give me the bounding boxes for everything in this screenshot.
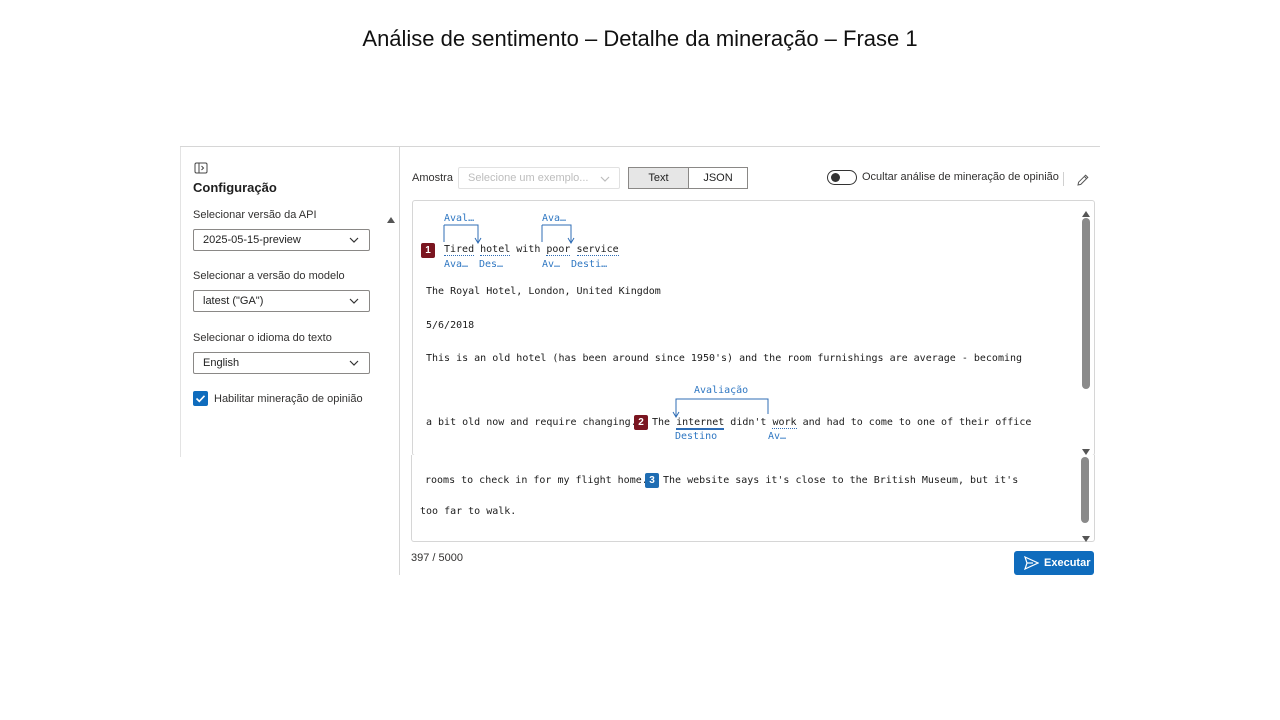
assessment-tag[interactable]: Avaliação [694, 385, 748, 396]
model-version-select[interactable]: latest ("GA") [193, 290, 370, 312]
scroll-down-arrow-icon[interactable] [1081, 530, 1091, 548]
sentence2-word: The [652, 417, 671, 428]
opinion-mining-label[interactable]: Habilitar mineração de opinião [214, 393, 363, 405]
toolbar-divider [1063, 172, 1064, 186]
sample-label: Amostra [412, 172, 453, 184]
input-line1-pre: rooms to check in for my flight home. [425, 475, 648, 486]
run-button-label: Executar [1044, 557, 1091, 569]
sentence-badge-negative[interactable]: 2 [634, 415, 648, 430]
input-line1-post: The website says it's close to the Briti… [663, 475, 1019, 486]
api-version-value: 2025-05-15-preview [203, 234, 301, 246]
api-version-select[interactable]: 2025-05-15-preview [193, 229, 370, 251]
assessment-word[interactable]: work [772, 417, 797, 429]
json-view-tab[interactable]: JSON [688, 167, 748, 189]
assessment-sublabel: Av… [768, 431, 787, 442]
assessment-sublabel: Ava… [444, 259, 469, 270]
character-count: 397 / 5000 [411, 552, 463, 564]
sentence-badge-neutral[interactable]: 3 [645, 473, 659, 488]
checkmark-icon [195, 395, 206, 403]
text-language-select[interactable]: English [193, 352, 370, 374]
assessment-word[interactable]: poor [546, 244, 571, 256]
sentence2-pre: a bit old now and require changing. [426, 417, 637, 428]
api-version-label: Selecionar versão da API [193, 209, 317, 221]
sentence2-rest: and had to come to one of their office [802, 417, 1032, 428]
text-line-place: The Royal Hotel, London, United Kingdom [426, 286, 661, 297]
sentence-badge-negative[interactable]: 1 [421, 243, 435, 258]
input-line2: too far to walk. [420, 506, 517, 517]
opinion-mining-checkbox[interactable] [193, 391, 208, 406]
chevron-down-icon [348, 356, 360, 376]
target-sublabel: Destino [675, 431, 718, 442]
collapse-panel-icon[interactable] [194, 161, 208, 179]
send-icon [1023, 555, 1040, 573]
sentence2-line: The internet didn't work and had to come… [652, 417, 1032, 430]
text-view-tab[interactable]: Text [628, 167, 689, 189]
result-scrollbar-thumb[interactable] [1082, 218, 1090, 389]
assessment-sublabel: Av… [542, 259, 561, 270]
sentence2-word: didn't [730, 417, 767, 428]
sample-select[interactable]: Selecione um exemplo... [458, 167, 620, 189]
chevron-down-icon [348, 233, 360, 253]
target-word[interactable]: service [576, 244, 619, 256]
sentence1-line: Tired hotel with poor service [444, 244, 619, 256]
scroll-up-arrow-icon[interactable] [386, 211, 396, 229]
assessment-word[interactable]: Tired [444, 244, 475, 256]
assessment-tag[interactable]: Aval… [444, 213, 474, 224]
text-input-area[interactable] [411, 455, 1095, 542]
model-version-value: latest ("GA") [203, 295, 264, 307]
toggle-knob [831, 173, 840, 182]
input-scrollbar-thumb[interactable] [1081, 457, 1089, 523]
text-language-label: Selecionar o idioma do texto [193, 332, 332, 344]
hide-opinion-toggle[interactable] [827, 170, 857, 185]
slide-title: Análise de sentimento – Detalhe da miner… [362, 26, 918, 51]
run-button[interactable]: Executar [1014, 551, 1094, 575]
edit-pencil-icon[interactable] [1076, 173, 1090, 192]
chevron-down-icon [599, 172, 611, 190]
text-line-description: This is an old hotel (has been around si… [426, 353, 1023, 364]
text-language-value: English [203, 357, 240, 369]
target-word[interactable]: hotel [480, 244, 511, 256]
hide-opinion-label: Ocultar análise de mineração de opinião [862, 171, 1059, 183]
model-version-label: Selecionar a versão do modelo [193, 270, 345, 282]
config-title: Configuração [193, 180, 277, 195]
assessment-tag[interactable]: Ava… [542, 213, 566, 224]
pane-divider [399, 147, 400, 575]
target-word[interactable]: internet [676, 417, 725, 430]
chevron-down-icon [348, 294, 360, 314]
target-sublabel: Desti… [571, 259, 608, 270]
target-sublabel: Des… [479, 259, 504, 270]
text-line-date: 5/6/2018 [426, 320, 475, 331]
sample-placeholder: Selecione um exemplo... [468, 172, 589, 184]
